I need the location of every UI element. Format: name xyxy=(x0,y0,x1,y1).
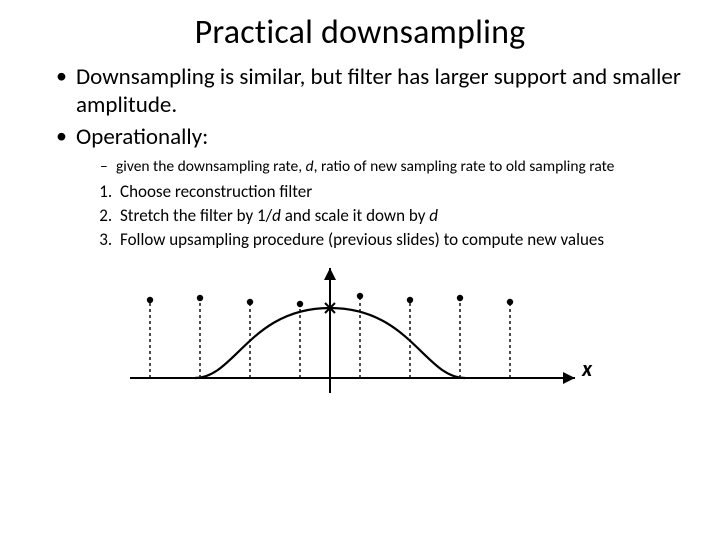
numbered-steps: Choose reconstruction filter Stretch the… xyxy=(76,181,682,251)
sub1-d: d xyxy=(306,157,314,176)
sample-dot xyxy=(407,296,413,302)
step-2: Stretch the filter by 1/d and scale it d… xyxy=(116,205,682,227)
sub-bullet-list: given the downsampling rate, d, ratio of… xyxy=(76,157,682,177)
filter-figure: x xyxy=(120,258,600,428)
bullet-2: Operationally: given the downsampling ra… xyxy=(56,123,682,251)
sample-dot xyxy=(247,298,253,304)
sub1-post: , ratio of new sampling rate to old samp… xyxy=(314,157,615,176)
sample-dot xyxy=(197,294,203,300)
y-axis-arrow xyxy=(324,268,336,280)
bullet-1-text: Downsampling is similar, but filter has … xyxy=(76,63,681,119)
step-1: Choose reconstruction filter xyxy=(116,181,682,203)
sample-dot xyxy=(357,292,363,298)
x-axis-arrow xyxy=(563,372,575,384)
bullet-list: Downsampling is similar, but filter has … xyxy=(38,63,682,252)
bullet-1: Downsampling is similar, but filter has … xyxy=(56,63,682,119)
step-3: Follow upsampling procedure (previous sl… xyxy=(116,229,682,251)
sample-dot xyxy=(507,298,513,304)
x-axis-label: x xyxy=(581,355,593,382)
sample-dot xyxy=(147,296,153,302)
sample-dot xyxy=(297,300,303,306)
step-1-text: Choose reconstruction filter xyxy=(120,181,312,202)
step2-pre: Stretch the filter by 1/ xyxy=(120,205,272,226)
slide-title: Practical downsampling xyxy=(38,12,682,53)
sub1-pre: given the downsampling rate, xyxy=(116,157,306,176)
bullet-2-text: Operationally: xyxy=(76,123,208,151)
slide: Practical downsampling Downsampling is s… xyxy=(0,0,720,540)
step2-mid: and scale it down by xyxy=(281,205,429,226)
step2-d1: d xyxy=(272,205,281,226)
sub-bullet-1: given the downsampling rate, d, ratio of… xyxy=(100,157,682,177)
step2-d2: d xyxy=(429,205,438,226)
sample-dot xyxy=(457,294,463,300)
step-3-text: Follow upsampling procedure (previous sl… xyxy=(120,229,604,250)
